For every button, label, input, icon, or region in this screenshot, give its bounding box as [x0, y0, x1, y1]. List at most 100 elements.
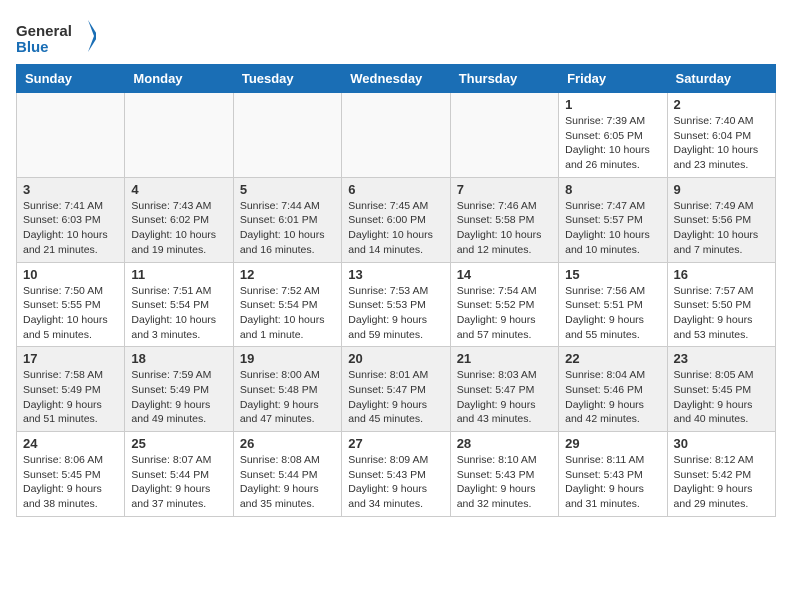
- day-number: 28: [457, 436, 552, 451]
- day-number: 30: [674, 436, 769, 451]
- calendar-day-cell: [17, 93, 125, 178]
- calendar-day-cell: 8 Sunrise: 7:47 AMSunset: 5:57 PMDaylight…: [559, 177, 667, 262]
- day-info: Sunrise: 7:51 AMSunset: 5:54 PMDaylight:…: [131, 284, 226, 343]
- day-number: 27: [348, 436, 443, 451]
- weekday-header-saturday: Saturday: [667, 65, 775, 93]
- day-info: Sunrise: 8:08 AMSunset: 5:44 PMDaylight:…: [240, 453, 335, 512]
- calendar-day-cell: [342, 93, 450, 178]
- day-info: Sunrise: 8:06 AMSunset: 5:45 PMDaylight:…: [23, 453, 118, 512]
- day-info: Sunrise: 7:45 AMSunset: 6:00 PMDaylight:…: [348, 199, 443, 258]
- calendar-day-cell: 28 Sunrise: 8:10 AMSunset: 5:43 PMDayligh…: [450, 432, 558, 517]
- day-number: 18: [131, 351, 226, 366]
- weekday-header-sunday: Sunday: [17, 65, 125, 93]
- day-info: Sunrise: 7:57 AMSunset: 5:50 PMDaylight:…: [674, 284, 769, 343]
- calendar-week-row: 3 Sunrise: 7:41 AMSunset: 6:03 PMDaylight…: [17, 177, 776, 262]
- day-info: Sunrise: 7:41 AMSunset: 6:03 PMDaylight:…: [23, 199, 118, 258]
- day-info: Sunrise: 7:58 AMSunset: 5:49 PMDaylight:…: [23, 368, 118, 427]
- day-number: 17: [23, 351, 118, 366]
- day-number: 21: [457, 351, 552, 366]
- calendar-day-cell: 18 Sunrise: 7:59 AMSunset: 5:49 PMDayligh…: [125, 347, 233, 432]
- calendar-day-cell: 25 Sunrise: 8:07 AMSunset: 5:44 PMDayligh…: [125, 432, 233, 517]
- day-number: 15: [565, 267, 660, 282]
- calendar-day-cell: 29 Sunrise: 8:11 AMSunset: 5:43 PMDayligh…: [559, 432, 667, 517]
- day-number: 1: [565, 97, 660, 112]
- calendar-day-cell: 27Sunrise: 8:09 AMSunset: 5:43 PMDayligh…: [342, 432, 450, 517]
- calendar-week-row: 17 Sunrise: 7:58 AMSunset: 5:49 PMDayligh…: [17, 347, 776, 432]
- day-number: 9: [674, 182, 769, 197]
- svg-text:General: General: [16, 23, 72, 40]
- weekday-header-row: SundayMondayTuesdayWednesdayThursdayFrid…: [17, 65, 776, 93]
- day-number: 13: [348, 267, 443, 282]
- day-info: Sunrise: 8:03 AMSunset: 5:47 PMDaylight:…: [457, 368, 552, 427]
- day-number: 20: [348, 351, 443, 366]
- day-info: Sunrise: 7:46 AMSunset: 5:58 PMDaylight:…: [457, 199, 552, 258]
- day-number: 3: [23, 182, 118, 197]
- calendar-day-cell: 2 Sunrise: 7:40 AMSunset: 6:04 PMDaylight…: [667, 93, 775, 178]
- svg-text:Blue: Blue: [16, 39, 49, 56]
- day-number: 29: [565, 436, 660, 451]
- calendar-day-cell: 9 Sunrise: 7:49 AMSunset: 5:56 PMDaylight…: [667, 177, 775, 262]
- calendar-day-cell: 4 Sunrise: 7:43 AMSunset: 6:02 PMDaylight…: [125, 177, 233, 262]
- calendar-day-cell: 7 Sunrise: 7:46 AMSunset: 5:58 PMDaylight…: [450, 177, 558, 262]
- calendar-day-cell: 13 Sunrise: 7:53 AMSunset: 5:53 PMDayligh…: [342, 262, 450, 347]
- calendar-day-cell: [125, 93, 233, 178]
- weekday-header-wednesday: Wednesday: [342, 65, 450, 93]
- day-info: Sunrise: 7:56 AMSunset: 5:51 PMDaylight:…: [565, 284, 660, 343]
- day-number: 22: [565, 351, 660, 366]
- day-info: Sunrise: 8:05 AMSunset: 5:45 PMDaylight:…: [674, 368, 769, 427]
- calendar-day-cell: 24 Sunrise: 8:06 AMSunset: 5:45 PMDayligh…: [17, 432, 125, 517]
- day-info: Sunrise: 7:39 AMSunset: 6:05 PMDaylight:…: [565, 114, 660, 173]
- day-number: 12: [240, 267, 335, 282]
- logo: General Blue: [16, 16, 96, 56]
- day-number: 24: [23, 436, 118, 451]
- day-info: Sunrise: 7:40 AMSunset: 6:04 PMDaylight:…: [674, 114, 769, 173]
- calendar-day-cell: 20Sunrise: 8:01 AMSunset: 5:47 PMDayligh…: [342, 347, 450, 432]
- day-info: Sunrise: 7:43 AMSunset: 6:02 PMDaylight:…: [131, 199, 226, 258]
- day-info: Sunrise: 7:54 AMSunset: 5:52 PMDaylight:…: [457, 284, 552, 343]
- calendar-day-cell: 1 Sunrise: 7:39 AMSunset: 6:05 PMDaylight…: [559, 93, 667, 178]
- day-number: 8: [565, 182, 660, 197]
- day-number: 23: [674, 351, 769, 366]
- calendar-day-cell: 21 Sunrise: 8:03 AMSunset: 5:47 PMDayligh…: [450, 347, 558, 432]
- weekday-header-friday: Friday: [559, 65, 667, 93]
- calendar-day-cell: 19Sunrise: 8:00 AMSunset: 5:48 PMDayligh…: [233, 347, 341, 432]
- day-info: Sunrise: 8:07 AMSunset: 5:44 PMDaylight:…: [131, 453, 226, 512]
- calendar-day-cell: [450, 93, 558, 178]
- day-number: 7: [457, 182, 552, 197]
- day-info: Sunrise: 8:11 AMSunset: 5:43 PMDaylight:…: [565, 453, 660, 512]
- calendar-day-cell: 30Sunrise: 8:12 AMSunset: 5:42 PMDayligh…: [667, 432, 775, 517]
- day-info: Sunrise: 7:53 AMSunset: 5:53 PMDaylight:…: [348, 284, 443, 343]
- day-number: 11: [131, 267, 226, 282]
- calendar-day-cell: 15 Sunrise: 7:56 AMSunset: 5:51 PMDayligh…: [559, 262, 667, 347]
- day-info: Sunrise: 8:04 AMSunset: 5:46 PMDaylight:…: [565, 368, 660, 427]
- day-number: 26: [240, 436, 335, 451]
- day-info: Sunrise: 7:44 AMSunset: 6:01 PMDaylight:…: [240, 199, 335, 258]
- day-info: Sunrise: 8:00 AMSunset: 5:48 PMDaylight:…: [240, 368, 335, 427]
- day-info: Sunrise: 7:47 AMSunset: 5:57 PMDaylight:…: [565, 199, 660, 258]
- calendar-table: SundayMondayTuesdayWednesdayThursdayFrid…: [16, 64, 776, 517]
- day-info: Sunrise: 7:50 AMSunset: 5:55 PMDaylight:…: [23, 284, 118, 343]
- day-number: 6: [348, 182, 443, 197]
- calendar-day-cell: 11 Sunrise: 7:51 AMSunset: 5:54 PMDayligh…: [125, 262, 233, 347]
- day-info: Sunrise: 7:59 AMSunset: 5:49 PMDaylight:…: [131, 368, 226, 427]
- calendar-day-cell: 16 Sunrise: 7:57 AMSunset: 5:50 PMDayligh…: [667, 262, 775, 347]
- weekday-header-tuesday: Tuesday: [233, 65, 341, 93]
- calendar-week-row: 24 Sunrise: 8:06 AMSunset: 5:45 PMDayligh…: [17, 432, 776, 517]
- logo-svg: General Blue: [16, 16, 96, 56]
- day-info: Sunrise: 7:52 AMSunset: 5:54 PMDaylight:…: [240, 284, 335, 343]
- day-number: 16: [674, 267, 769, 282]
- calendar-day-cell: [233, 93, 341, 178]
- day-number: 4: [131, 182, 226, 197]
- calendar-day-cell: 17 Sunrise: 7:58 AMSunset: 5:49 PMDayligh…: [17, 347, 125, 432]
- calendar-day-cell: 14 Sunrise: 7:54 AMSunset: 5:52 PMDayligh…: [450, 262, 558, 347]
- calendar-day-cell: 12 Sunrise: 7:52 AMSunset: 5:54 PMDayligh…: [233, 262, 341, 347]
- day-number: 10: [23, 267, 118, 282]
- calendar-day-cell: 5 Sunrise: 7:44 AMSunset: 6:01 PMDaylight…: [233, 177, 341, 262]
- calendar-day-cell: 26 Sunrise: 8:08 AMSunset: 5:44 PMDayligh…: [233, 432, 341, 517]
- day-info: Sunrise: 7:49 AMSunset: 5:56 PMDaylight:…: [674, 199, 769, 258]
- day-number: 5: [240, 182, 335, 197]
- day-number: 14: [457, 267, 552, 282]
- day-number: 25: [131, 436, 226, 451]
- day-info: Sunrise: 8:10 AMSunset: 5:43 PMDaylight:…: [457, 453, 552, 512]
- day-number: 2: [674, 97, 769, 112]
